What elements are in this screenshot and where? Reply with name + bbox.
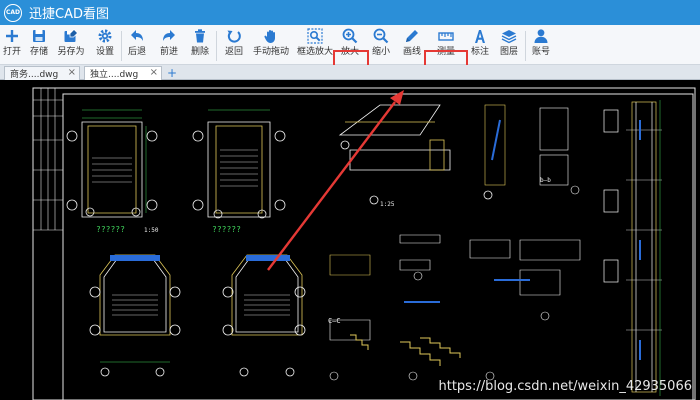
layers-button[interactable]: 图层 (497, 27, 521, 63)
toolbar-divider (525, 31, 526, 61)
toolbar-divider (216, 31, 217, 61)
scale-label: 1:50 (144, 227, 159, 234)
cad-drawing-canvas[interactable]: ?????? 1:50 ?????? C—C b—b 1:25 https://… (0, 80, 700, 400)
annotation-icon (471, 27, 489, 45)
app-title: 迅捷CAD看图 (29, 7, 109, 22)
tab-label: 商务....dwg (10, 70, 59, 80)
annotate-label: 标注 (470, 47, 489, 57)
tab-close-icon[interactable]: × (150, 67, 158, 78)
section-label-2: b—b (540, 177, 551, 184)
open-label: 打开 (2, 47, 21, 57)
scale-label-2: 1:25 (380, 201, 395, 208)
watermark: https://blog.csdn.net/weixin_42935066 (438, 379, 692, 394)
app-logo: CAD (4, 3, 22, 22)
trash-icon (191, 27, 209, 45)
plan-ref-label-2: ?????? (212, 225, 241, 234)
gear-icon (96, 27, 114, 45)
save-label: 存储 (29, 47, 48, 57)
plan-ref-label: ?????? (96, 225, 125, 234)
tab-document-2[interactable]: 独立....dwg × (84, 66, 162, 80)
tab-label: 独立....dwg (90, 70, 139, 80)
tab-close-icon[interactable]: × (68, 67, 76, 78)
account-button[interactable]: 账号 (529, 27, 553, 63)
zoom-out-button[interactable]: 缩小 (369, 27, 393, 63)
account-label: 账号 (531, 47, 550, 57)
return-icon (225, 27, 243, 45)
undo-icon (128, 27, 146, 45)
settings-label: 设置 (95, 47, 114, 57)
hand-drag-label: 手动拖动 (252, 47, 289, 57)
delete-label: 删除 (190, 47, 209, 57)
save-icon (30, 27, 48, 45)
cad-drawing: ?????? 1:50 ?????? C—C b—b 1:25 (32, 87, 696, 400)
ruler-icon (437, 27, 455, 45)
save-button[interactable]: 存储 (27, 27, 51, 63)
back-button[interactable]: 后退 (125, 27, 149, 63)
title-bar: CAD 迅捷CAD看图 (0, 0, 700, 25)
save-as-icon (62, 27, 80, 45)
delete-button[interactable]: 删除 (188, 27, 212, 63)
toolbar: 打开 存储 另存为 设置 后退 前进 删除 返回 手动拖动 框选放大 放大 缩小… (0, 25, 700, 91)
layers-icon (500, 27, 518, 45)
toolbar-divider (121, 31, 122, 61)
layers-label: 图层 (499, 47, 518, 57)
box-zoom-icon (306, 27, 324, 45)
return-label: 返回 (224, 47, 243, 57)
tab-document-1[interactable]: 商务....dwg × (4, 66, 80, 80)
pointer-arrow (267, 90, 404, 271)
forward-label: 前进 (159, 47, 178, 57)
hand-drag-button[interactable]: 手动拖动 (252, 27, 290, 63)
user-icon (532, 27, 550, 45)
save-as-label: 另存为 (57, 47, 85, 57)
forward-button[interactable]: 前进 (157, 27, 181, 63)
redo-icon (160, 27, 178, 45)
zoom-out-label: 缩小 (371, 47, 390, 57)
pencil-icon (403, 27, 421, 45)
settings-button[interactable]: 设置 (93, 27, 117, 63)
save-as-button[interactable]: 另存为 (56, 27, 86, 63)
add-tab-button[interactable]: + (165, 66, 179, 80)
draw-line-button[interactable]: 画线 (400, 27, 424, 63)
zoom-out-icon (372, 27, 390, 45)
back-label: 后退 (127, 47, 146, 57)
draw-line-label: 画线 (402, 47, 421, 57)
document-tab-bar: 商务....dwg × 独立....dwg × + (0, 65, 700, 80)
box-zoom-label: 框选放大 (296, 47, 333, 57)
annotate-button[interactable]: 标注 (468, 27, 492, 63)
section-label: C—C (328, 317, 341, 325)
plus-icon (3, 27, 21, 45)
zoom-in-icon (341, 27, 359, 45)
open-button[interactable]: 打开 (1, 27, 23, 63)
hand-drag-icon (262, 27, 280, 45)
box-zoom-button[interactable]: 框选放大 (296, 27, 334, 63)
return-button[interactable]: 返回 (222, 27, 246, 63)
